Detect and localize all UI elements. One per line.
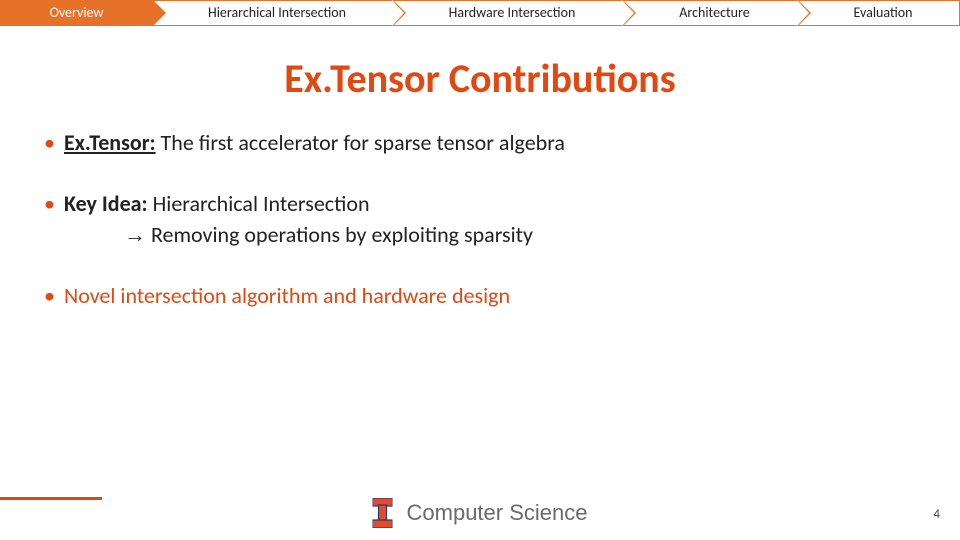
- bullet-2-sub: → Removing operations by exploiting spar…: [64, 221, 920, 248]
- bullet-2-text: Hierarchical Intersection: [153, 190, 370, 217]
- nav-item-architecture[interactable]: Architecture: [622, 0, 797, 26]
- footer-accent-line: [0, 497, 102, 500]
- footer: Computer Science 4: [0, 488, 960, 528]
- bullet-2-sub-text: Removing operations by exploiting sparsi…: [146, 221, 533, 248]
- bullet-1-prefix: Ex.Tensor:: [64, 129, 156, 156]
- arrow-right-icon: →: [124, 222, 146, 247]
- illinois-i-icon: [373, 498, 393, 528]
- bullet-1-text: The first accelerator for sparse tensor …: [156, 129, 565, 156]
- nav-item-hardware-intersection[interactable]: Hardware Intersection: [392, 0, 622, 26]
- breadcrumb-nav: Overview Hierarchical Intersection Hardw…: [0, 0, 960, 26]
- page-number: 4: [933, 507, 940, 522]
- nav-item-hierarchical-intersection[interactable]: Hierarchical Intersection: [152, 0, 392, 26]
- bullet-list: Ex.Tensor: The first accelerator for spa…: [0, 129, 960, 309]
- bullet-2: Key Idea: Hierarchical Intersection → Re…: [44, 190, 920, 248]
- footer-logo: Computer Science: [373, 498, 588, 528]
- bullet-3: Novel intersection algorithm and hardwar…: [44, 282, 920, 309]
- slide-title: Ex.Tensor Contributions: [0, 54, 960, 103]
- nav-item-overview[interactable]: Overview: [0, 0, 152, 26]
- nav-item-evaluation[interactable]: Evaluation: [797, 0, 960, 26]
- bullet-1: Ex.Tensor: The first accelerator for spa…: [44, 129, 920, 156]
- bullet-2-prefix: Key Idea:: [64, 190, 153, 217]
- bullet-3-text: Novel intersection algorithm and hardwar…: [64, 282, 510, 309]
- footer-dept-text: Computer Science: [407, 500, 588, 526]
